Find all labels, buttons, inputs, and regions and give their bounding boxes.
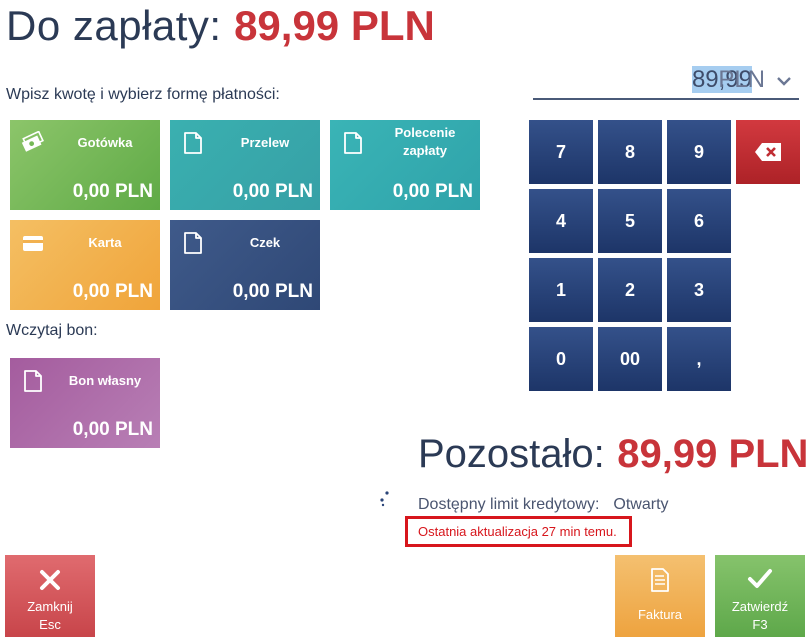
keypad-key-comma[interactable]: , (667, 327, 731, 391)
payment-tile-name: Przelew (240, 135, 290, 150)
keypad-key-2[interactable]: 2 (598, 258, 662, 322)
keypad-key-0[interactable]: 0 (529, 327, 593, 391)
invoice-button[interactable]: Faktura (615, 555, 705, 637)
payment-tile-name: Gotówka (77, 135, 133, 150)
keypad-key-9[interactable]: 9 (667, 120, 731, 184)
invoice-icon (651, 568, 669, 592)
payment-tile-amount: 0,00 PLN (232, 281, 313, 302)
payment-tile-amount: 0,00 PLN (232, 181, 313, 202)
amount-due-label: Do zapłaty: (6, 2, 222, 49)
cash-icon (21, 131, 44, 152)
document-icon (344, 132, 362, 154)
confirm-button-shortcut: F3 (752, 617, 768, 632)
close-button-shortcut: Esc (39, 617, 61, 632)
payment-tile-direct-debit[interactable]: Polecenie zapłaty 0,00 PLN (330, 120, 480, 210)
document-icon (184, 232, 202, 254)
payment-tile-card[interactable]: Karta 0,00 PLN (10, 220, 160, 310)
keypad-key-5[interactable]: 5 (598, 189, 662, 253)
remaining-amount: Pozostało: 89,99 PLN (418, 432, 808, 477)
remaining-label: Pozostało: (418, 432, 605, 476)
payment-tile-cash[interactable]: Gotówka 0,00 PLN (10, 120, 160, 210)
credit-limit: Dostępny limit kredytowy: Otwarty (418, 496, 669, 514)
amount-due-value: 89,99 PLN (234, 2, 435, 49)
keypad-key-7[interactable]: 7 (529, 120, 593, 184)
payment-instruction: Wpisz kwotę i wybierz formę płatności: (6, 86, 280, 103)
loading-spinner-icon (380, 491, 389, 507)
keypad-key-1[interactable]: 1 (529, 258, 593, 322)
document-icon (24, 370, 42, 392)
keypad-key-6[interactable]: 6 (667, 189, 731, 253)
payment-tile-transfer[interactable]: Przelew 0,00 PLN (170, 120, 320, 210)
keypad-key-8[interactable]: 8 (598, 120, 662, 184)
confirm-button-label: Zatwierdź (731, 599, 789, 614)
document-icon (184, 132, 202, 154)
last-update-text: Ostatnia aktualizacja 27 min temu. (418, 524, 617, 539)
confirm-button[interactable]: Zatwierdź F3 (715, 555, 805, 637)
payment-tile-amount: 0,00 PLN (72, 181, 153, 202)
payment-tile-name: Karta (88, 235, 122, 250)
credit-limit-label: Dostępny limit kredytowy: (418, 496, 600, 513)
invoice-button-label: Faktura (637, 607, 683, 622)
payment-tile-name: Polecenie zapłaty (394, 125, 456, 158)
backspace-icon (755, 143, 781, 161)
payment-tile-amount: 0,00 PLN (72, 281, 153, 302)
close-icon (40, 570, 60, 590)
payment-tile-own-voucher[interactable]: Bon własny 0,00 PLN (10, 358, 160, 448)
keypad-key-3[interactable]: 3 (667, 258, 731, 322)
keypad-key-00[interactable]: 00 (598, 327, 662, 391)
remaining-value: 89,99 PLN (617, 432, 809, 476)
payment-tile-cheque[interactable]: Czek 0,00 PLN (170, 220, 320, 310)
keypad-key-4[interactable]: 4 (529, 189, 593, 253)
credit-limit-value: Otwarty (613, 496, 669, 513)
voucher-section-label: Wczytaj bon: (6, 322, 98, 339)
keypad-backspace-button[interactable] (736, 120, 800, 184)
amount-input[interactable]: 89,99 PLN (533, 64, 799, 100)
payment-tile-amount: 0,00 PLN (72, 419, 153, 440)
currency-select[interactable]: PLN (718, 66, 765, 94)
payment-tile-name: Czek (249, 235, 281, 250)
chevron-down-icon[interactable] (775, 72, 793, 90)
card-icon (23, 236, 43, 251)
payment-tile-name: Bon własny (68, 373, 142, 388)
amount-due-header: Do zapłaty: 89,99 PLN (6, 2, 435, 52)
close-button[interactable]: Zamknij Esc (5, 555, 95, 637)
last-update-notice: Ostatnia aktualizacja 27 min temu. (405, 516, 632, 547)
close-button-label: Zamknij (27, 599, 73, 614)
payment-tile-amount: 0,00 PLN (392, 181, 473, 202)
check-icon (748, 569, 772, 588)
